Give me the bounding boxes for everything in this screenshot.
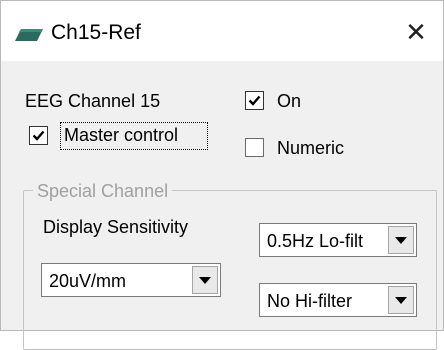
chevron-down-icon	[395, 296, 407, 304]
numeric-checkbox-label[interactable]: Numeric	[277, 137, 344, 159]
on-checkbox-label[interactable]: On	[277, 90, 301, 112]
sensitivity-select[interactable]: 20uV/mm	[41, 263, 221, 297]
master-control-label[interactable]: Master control	[64, 124, 178, 146]
numeric-checkbox[interactable]	[245, 138, 264, 157]
chevron-down-icon	[395, 236, 407, 244]
dropdown-button[interactable]	[388, 226, 414, 254]
checkmark-icon	[32, 130, 45, 141]
close-button[interactable]: ✕	[399, 15, 433, 49]
dialog-window: Ch15-Ref ✕ EEG Channel 15 On Master cont…	[0, 0, 444, 350]
display-sensitivity-label: Display Sensitivity	[43, 217, 189, 237]
channel-label: EEG Channel 15	[25, 91, 161, 111]
close-icon: ✕	[405, 16, 427, 47]
special-channel-group-title: Special Channel	[33, 180, 173, 202]
hi-filter-value: No Hi-filter	[267, 291, 353, 311]
sensitivity-value: 20uV/mm	[49, 271, 127, 291]
eeg-device-icon	[15, 28, 43, 41]
dropdown-button[interactable]	[192, 266, 218, 294]
checkmark-icon	[248, 95, 261, 106]
lo-filter-select[interactable]: 0.5Hz Lo-filt	[259, 223, 417, 257]
hi-filter-select[interactable]: No Hi-filter	[259, 283, 417, 317]
on-checkbox[interactable]	[245, 91, 264, 110]
title-bar[interactable]: Ch15-Ref ✕	[1, 1, 443, 61]
dropdown-button[interactable]	[388, 286, 414, 314]
window-title: Ch15-Ref	[51, 21, 141, 44]
lo-filter-value: 0.5Hz Lo-filt	[267, 231, 364, 251]
master-control-checkbox[interactable]	[29, 126, 48, 145]
chevron-down-icon	[199, 276, 211, 284]
